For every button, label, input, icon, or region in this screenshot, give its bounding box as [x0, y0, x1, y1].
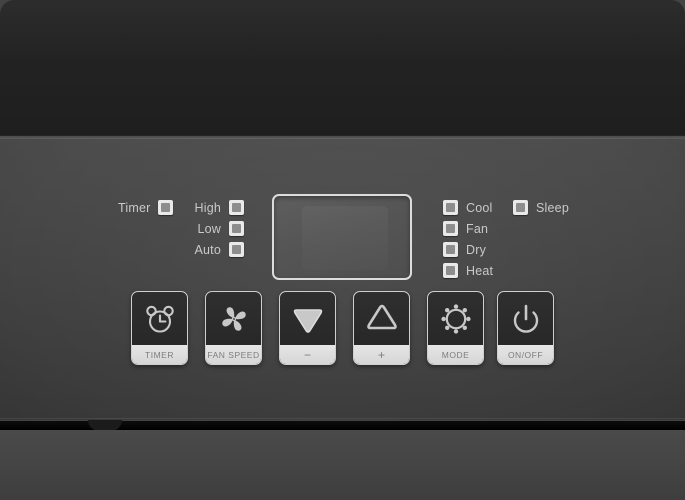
- lamp-core: [161, 203, 171, 212]
- indicator-high: High: [190, 200, 244, 215]
- indicator-dry-label: Dry: [466, 242, 487, 257]
- triangle-up-icon: [354, 292, 409, 345]
- indicator-sleep: Sleep: [513, 200, 569, 215]
- grille-sheen: [0, 0, 685, 60]
- indicator-lamp-low: [229, 221, 244, 236]
- indicator-heat-label: Heat: [466, 263, 494, 278]
- lamp-core: [516, 203, 525, 212]
- indicator-dry: Dry: [443, 242, 493, 257]
- lamp-core: [446, 245, 455, 254]
- lcd-display-value: [274, 196, 410, 278]
- alarm-clock-icon: [132, 292, 187, 345]
- indicator-heat: Heat: [443, 263, 493, 278]
- sun-mode-icon: [428, 292, 483, 345]
- lamp-core: [446, 203, 455, 212]
- indicator-sleep-label: Sleep: [536, 200, 569, 215]
- indicator-auto: Auto: [190, 242, 244, 257]
- lamp-core: [232, 203, 241, 212]
- indicator-lamp-auto: [229, 242, 244, 257]
- indicator-group-fan-speed: High Low Auto: [190, 200, 244, 257]
- triangle-down-icon: [280, 292, 335, 345]
- lcd-display: [272, 194, 412, 280]
- indicator-low: Low: [190, 221, 244, 236]
- power-button[interactable]: ON/OFF: [497, 291, 554, 365]
- temperature-down-button-label: −: [280, 345, 335, 364]
- indicator-timer: Timer: [118, 200, 174, 215]
- power-button-label: ON/OFF: [498, 345, 553, 364]
- indicator-lamp-timer: [158, 200, 174, 215]
- indicator-timer-label: Timer: [118, 200, 151, 215]
- indicator-lamp-sleep: [513, 200, 528, 215]
- indicator-low-label: Low: [197, 221, 221, 236]
- indicator-group-mode: Cool Fan Dry Heat: [443, 200, 493, 278]
- temperature-down-button[interactable]: −: [279, 291, 336, 365]
- indicator-lamp-dry: [443, 242, 458, 257]
- indicator-cool: Cool: [443, 200, 493, 215]
- fan-blade-icon: [206, 292, 261, 345]
- temperature-up-button[interactable]: +: [353, 291, 410, 365]
- mode-button[interactable]: MODE: [427, 291, 484, 365]
- indicator-fan-label: Fan: [466, 221, 489, 236]
- lamp-core: [232, 245, 241, 254]
- mode-button-label: MODE: [428, 345, 483, 364]
- indicator-high-label: High: [194, 200, 221, 215]
- indicator-lamp-high: [229, 200, 244, 215]
- face-highlight-line: [0, 138, 685, 139]
- indicator-cool-label: Cool: [466, 200, 493, 215]
- indicator-lamp-fan: [443, 221, 458, 236]
- lamp-core: [232, 224, 241, 233]
- fan-speed-button-label: FAN SPEED: [206, 345, 261, 364]
- lamp-core: [446, 266, 455, 275]
- temperature-up-button-label: +: [354, 345, 409, 364]
- indicator-lamp-heat: [443, 263, 458, 278]
- indicator-fan: Fan: [443, 221, 493, 236]
- lamp-core: [446, 224, 455, 233]
- lower-front-panel: [0, 430, 685, 500]
- timer-button[interactable]: TIMER: [131, 291, 188, 365]
- power-icon: [498, 292, 553, 345]
- air-conditioner-unit: Timer High Low Auto Cool Fan Dry Heat Sl…: [0, 0, 685, 500]
- lower-seam-highlight: [0, 418, 685, 419]
- timer-button-label: TIMER: [132, 345, 187, 364]
- indicator-lamp-cool: [443, 200, 458, 215]
- top-grille: [0, 0, 685, 137]
- fan-speed-button[interactable]: FAN SPEED: [205, 291, 262, 365]
- indicator-auto-label: Auto: [194, 242, 221, 257]
